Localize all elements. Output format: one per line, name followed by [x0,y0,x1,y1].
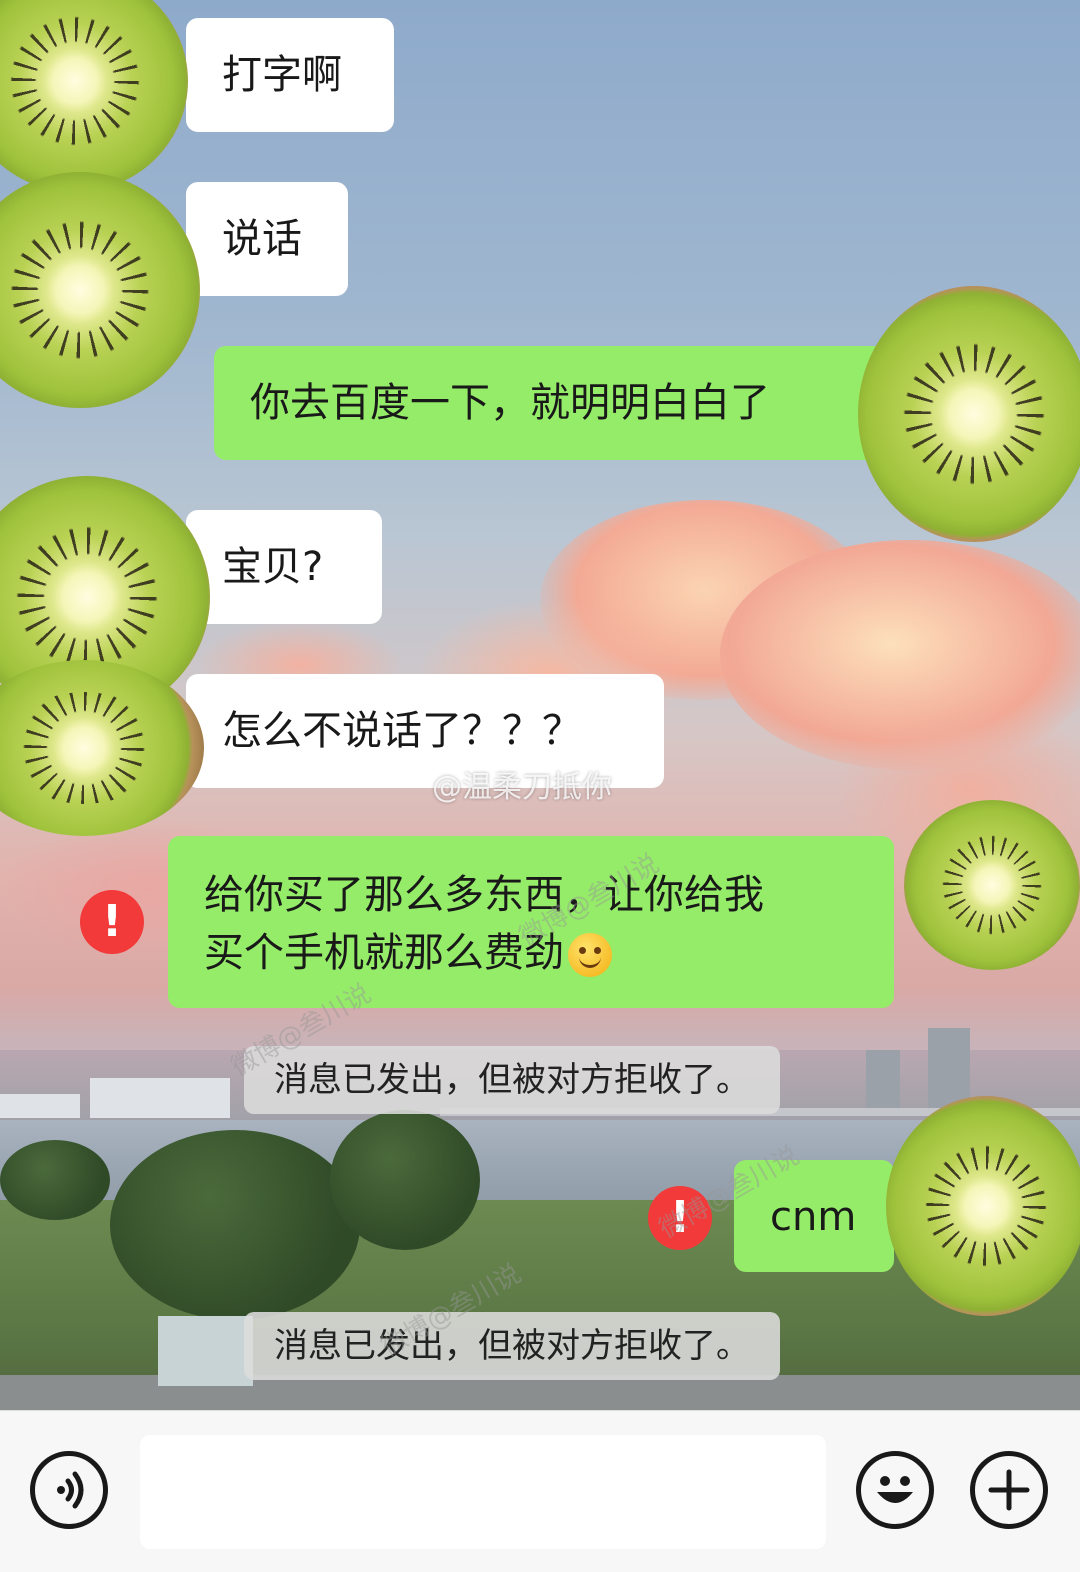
sent-message[interactable]: 你去百度一下，就明明白白了 [214,346,886,460]
smiley-emoji-icon [568,933,612,977]
kiwi-avatar-icon[interactable] [886,1096,1080,1316]
kiwi-avatar-icon[interactable] [904,800,1080,970]
rejected-notice: 消息已发出，但被对方拒收了。 [244,1046,780,1114]
plus-icon[interactable] [970,1451,1048,1529]
tree [330,1110,480,1250]
kiwi-avatar-icon[interactable] [858,286,1080,542]
kiwi-avatar-icon[interactable] [0,0,188,192]
received-message[interactable]: 打字啊 [186,18,394,132]
received-message[interactable]: 说话 [186,182,348,296]
received-message[interactable]: 宝贝? [186,510,382,624]
tower [866,1050,900,1114]
send-failed-icon[interactable]: ! [80,890,144,954]
message-input[interactable] [140,1435,826,1549]
emoji-icon[interactable] [856,1451,934,1529]
kiwi-avatar-icon[interactable] [0,660,204,836]
building [0,1094,80,1118]
kiwi-avatar-icon[interactable] [0,172,200,408]
tree [110,1130,360,1320]
voice-icon[interactable] [30,1451,108,1529]
chat-background: 打字啊 说话 你去百度一下，就明明白白了 宝贝? 怎么不说话了？？？ @温柔刀抵… [0,0,1080,1410]
shed [158,1316,253,1386]
weibo-watermark: @温柔刀抵你 [432,770,612,805]
input-bar [0,1410,1080,1572]
rejected-notice: 消息已发出，但被对方拒收了。 [244,1312,780,1380]
building [90,1078,230,1118]
tree [0,1140,110,1220]
